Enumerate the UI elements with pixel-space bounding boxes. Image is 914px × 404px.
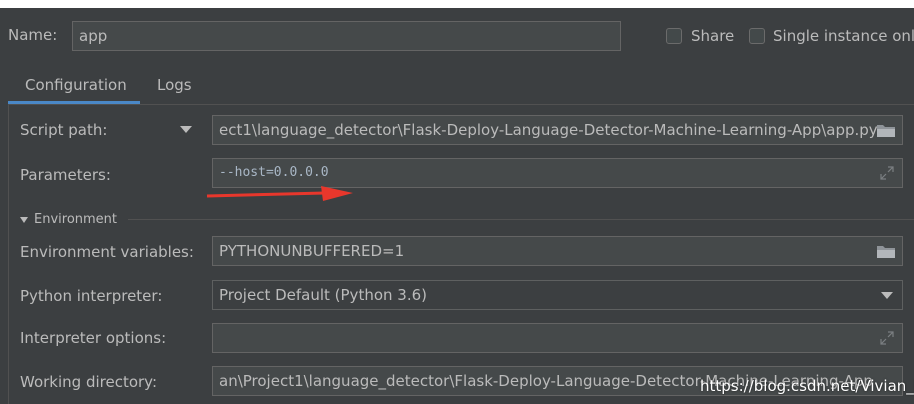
environment-section-title: Environment [34, 212, 118, 227]
folder-icon[interactable] [876, 122, 896, 138]
single-instance-checkbox[interactable] [749, 28, 765, 44]
collapse-icon [20, 216, 28, 223]
chevron-down-icon[interactable] [881, 292, 893, 299]
single-instance-label: Single instance only [773, 27, 914, 45]
window-top-edge [0, 0, 914, 8]
script-type-dropdown[interactable] [180, 126, 192, 133]
expand-icon[interactable] [880, 331, 894, 345]
environment-section-header[interactable]: Environment [20, 212, 117, 227]
interpreter-options-label: Interpreter options: [20, 329, 167, 347]
share-label: Share [691, 27, 735, 45]
expand-icon[interactable] [880, 166, 894, 180]
share-checkbox[interactable] [666, 28, 682, 44]
interpreter-options-field[interactable] [212, 323, 903, 353]
script-path-label: Script path: [20, 121, 108, 139]
env-vars-field[interactable]: PYTHONUNBUFFERED=1 [212, 236, 903, 266]
script-path-field[interactable]: ect1\language_detector\Flask-Deploy-Lang… [212, 115, 903, 145]
chevron-down-icon [180, 126, 192, 133]
env-vars-label: Environment variables: [20, 243, 194, 261]
working-directory-label: Working directory: [20, 373, 158, 391]
tab-logs[interactable]: Logs [157, 76, 192, 94]
name-label: Name: [8, 26, 58, 44]
python-interpreter-label: Python interpreter: [20, 287, 163, 305]
red-arrow-annotation [205, 184, 355, 208]
section-divider [128, 219, 914, 220]
watermark: https://blog.csdn.net/Vivian_ll [700, 377, 914, 395]
tab-configuration[interactable]: Configuration [25, 76, 127, 94]
folder-icon[interactable] [876, 243, 896, 259]
name-input[interactable]: app [72, 21, 621, 51]
python-interpreter-select[interactable]: Project Default (Python 3.6) [212, 280, 903, 310]
parameters-label: Parameters: [20, 166, 111, 184]
